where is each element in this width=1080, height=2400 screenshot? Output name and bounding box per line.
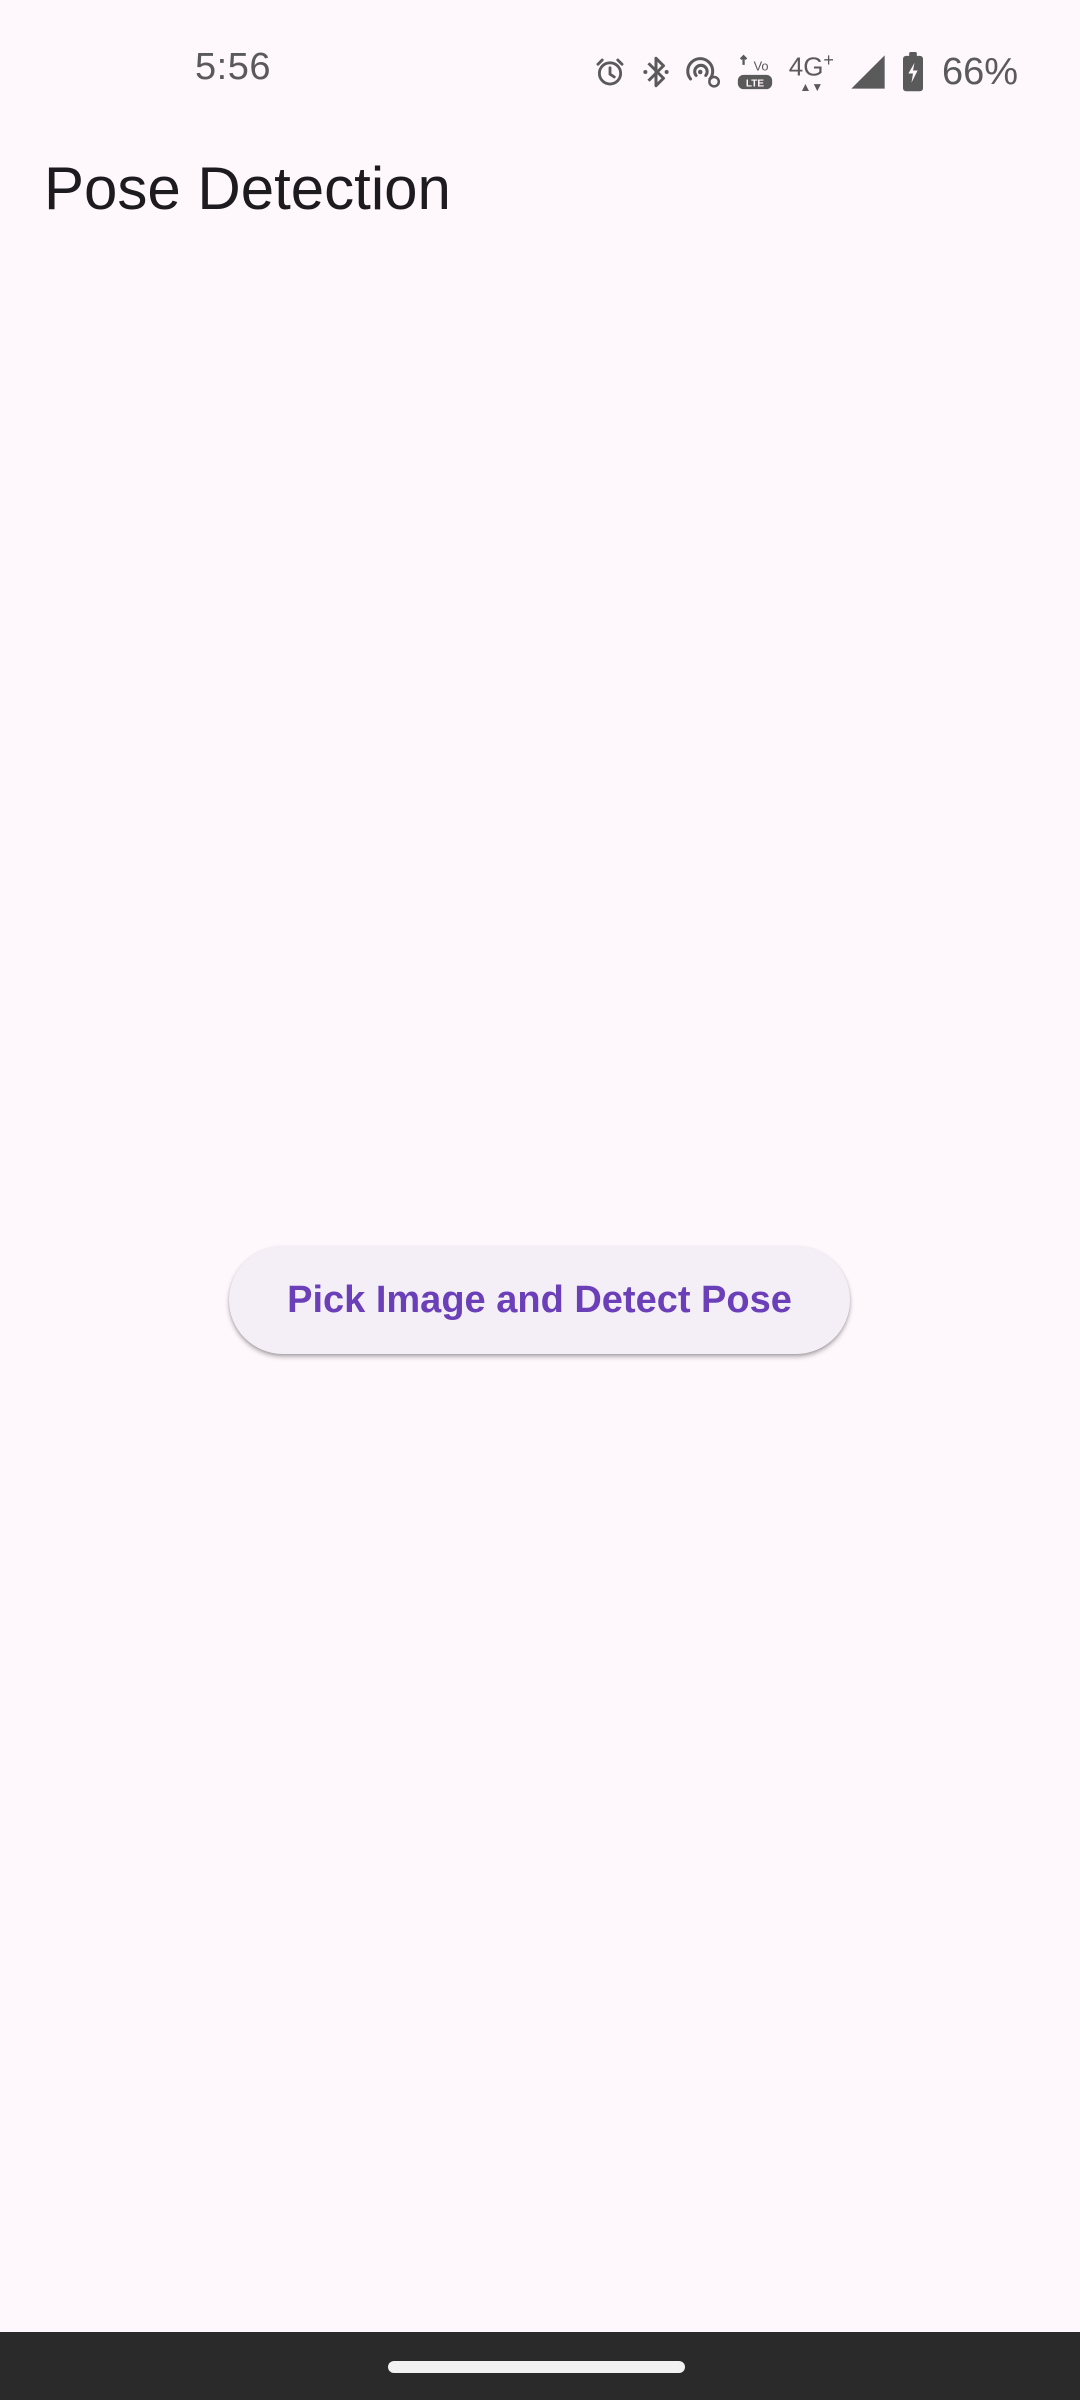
status-bar: 5:56 Vo LTE 4G+ ▲▼ 66% [0,0,1080,140]
hotspot-icon [685,55,721,89]
home-gesture-handle[interactable] [388,2361,685,2373]
battery-percent: 66% [941,50,1018,93]
page-title: Pose Detection [44,155,451,222]
network-type: 4G+ ▲▼ [788,49,834,95]
alarm-icon [593,55,627,89]
svg-text:LTE: LTE [746,78,764,89]
volte-icon: Vo LTE [735,52,775,92]
status-time: 5:56 [195,46,271,88]
battery-charging-icon [902,52,924,92]
bluetooth-icon [641,53,671,91]
signal-icon [848,52,888,92]
status-icons: Vo LTE 4G+ ▲▼ 66% [593,42,1018,102]
svg-text:Vo: Vo [753,59,768,74]
main-content: Pick Image and Detect Pose [0,240,1080,2332]
system-nav-bar [0,2332,1080,2400]
app-bar: Pose Detection [0,140,1080,240]
pick-image-detect-pose-button[interactable]: Pick Image and Detect Pose [229,1246,850,1354]
